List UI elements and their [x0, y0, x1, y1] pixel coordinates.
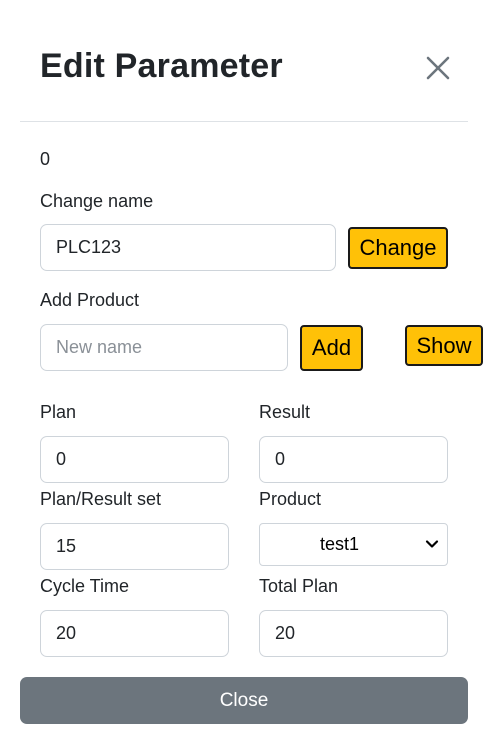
total-plan-input[interactable]: [259, 610, 448, 657]
add-button[interactable]: Add: [300, 325, 363, 371]
result-label: Result: [259, 402, 311, 422]
parameter-id: 0: [40, 149, 51, 169]
close-button[interactable]: Close: [20, 677, 468, 724]
plan-label: Plan: [40, 402, 77, 422]
change-button[interactable]: Change: [348, 227, 448, 269]
modal-title: Edit Parameter: [40, 47, 283, 85]
new-product-input[interactable]: [40, 324, 288, 371]
plan-result-set-label: Plan/Result set: [40, 489, 162, 509]
plan-input[interactable]: [40, 436, 229, 483]
product-label: Product: [259, 489, 322, 509]
change-name-label: Change name: [40, 191, 154, 211]
plan-result-set-input[interactable]: [40, 523, 229, 570]
show-button[interactable]: Show: [405, 325, 483, 366]
cycle-time-label: Cycle Time: [40, 576, 130, 596]
change-name-input[interactable]: [40, 224, 336, 271]
cycle-time-input[interactable]: [40, 610, 229, 657]
add-product-label: Add Product: [40, 290, 140, 310]
product-selected-value: test1: [319, 534, 360, 554]
close-icon[interactable]: [424, 54, 452, 82]
product-select[interactable]: test1: [259, 523, 448, 566]
total-plan-label: Total Plan: [259, 576, 339, 596]
result-input[interactable]: [259, 436, 448, 483]
header-divider: [20, 121, 468, 122]
chevron-down-icon: [425, 540, 439, 548]
